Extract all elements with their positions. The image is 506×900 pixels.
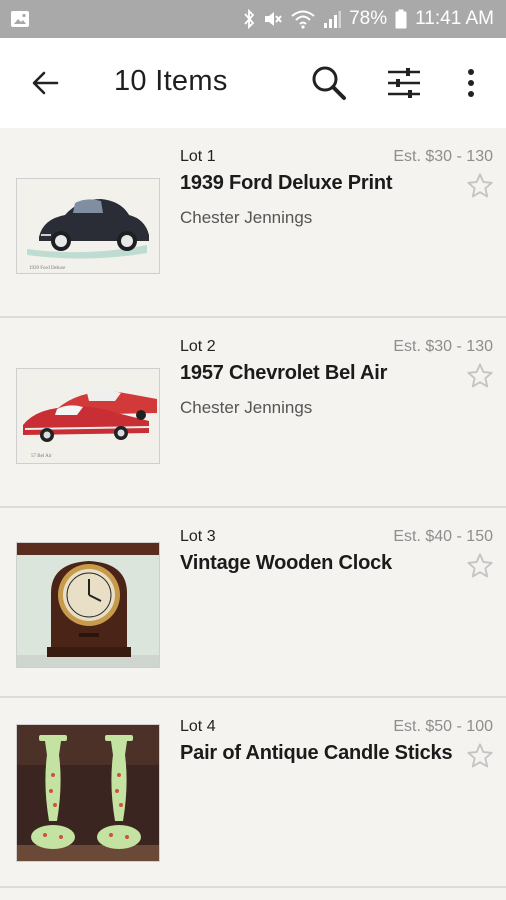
lot-thumbnail[interactable]: 57 Bel Air [16,368,160,464]
lot-estimate: Est. $40 - 150 [393,528,493,545]
back-arrow-icon [32,71,59,95]
search-button[interactable] [306,60,352,106]
status-bar: 78% 11:41 AM [0,0,506,38]
app-bar: 10 Items [0,38,506,128]
gallery-icon [11,11,29,27]
black-vintage-car-painting: 1939 Ford Deluxe [17,179,159,273]
star-icon[interactable] [466,362,494,390]
mute-icon [265,12,282,26]
star-icon[interactable] [466,742,494,770]
wooden-mantel-clock-photo [17,543,159,667]
battery-icon [395,9,407,29]
lot-title: Vintage Wooden Clock [180,552,392,574]
lot-title: 1939 Ford Deluxe Print [180,172,393,194]
lot-list: 1939 Ford Deluxe Lot 1 Est. $30 - 130 19… [0,128,506,888]
lot-artist: Chester Jennings [180,398,313,417]
svg-text:57 Bel Air: 57 Bel Air [31,454,52,459]
lot-item[interactable]: Lot 4 Est. $50 - 100 Pair of Antique Can… [0,698,506,888]
lot-estimate: Est. $30 - 130 [393,338,493,355]
star-icon[interactable] [466,172,494,200]
lot-item[interactable]: Lot 3 Est. $40 - 150 Vintage Wooden Cloc… [0,508,506,698]
lot-number: Lot 3 [180,528,216,545]
battery-percent: 78% [349,8,388,29]
search-icon [312,66,346,100]
lot-artist: Chester Jennings [180,208,313,227]
lot-title: 1957 Chevrolet Bel Air [180,362,388,384]
svg-text:1939 Ford Deluxe: 1939 Ford Deluxe [29,266,66,271]
page-title: 10 Items [114,65,228,97]
signal-icon [324,11,342,28]
lot-estimate: Est. $50 - 100 [393,718,493,735]
star-icon[interactable] [466,552,494,580]
lot-number: Lot 2 [180,338,216,355]
lot-estimate: Est. $30 - 130 [393,148,493,165]
lot-thumbnail[interactable] [16,724,160,862]
filter-sliders-icon [388,68,420,98]
lot-item[interactable]: 57 Bel Air Lot 2 Est. $30 - 130 1957 Che… [0,318,506,508]
lot-title: Pair of Antique Candle Sticks [180,742,453,764]
lot-thumbnail[interactable] [16,542,160,668]
lot-thumbnail[interactable]: 1939 Ford Deluxe [16,178,160,274]
lot-number: Lot 1 [180,148,216,165]
red-classic-cars-painting: 57 Bel Air [17,369,159,463]
back-button[interactable] [24,62,66,104]
lot-number: Lot 4 [180,718,216,735]
more-vert-icon [468,69,474,97]
more-options-button[interactable] [448,60,494,106]
green-candlesticks-photo [17,725,159,861]
clock-time: 11:41 AM [415,8,494,29]
wifi-icon [291,10,315,29]
lot-item[interactable]: 1939 Ford Deluxe Lot 1 Est. $30 - 130 19… [0,128,506,318]
bluetooth-icon [244,9,255,29]
filter-button[interactable] [381,60,427,106]
